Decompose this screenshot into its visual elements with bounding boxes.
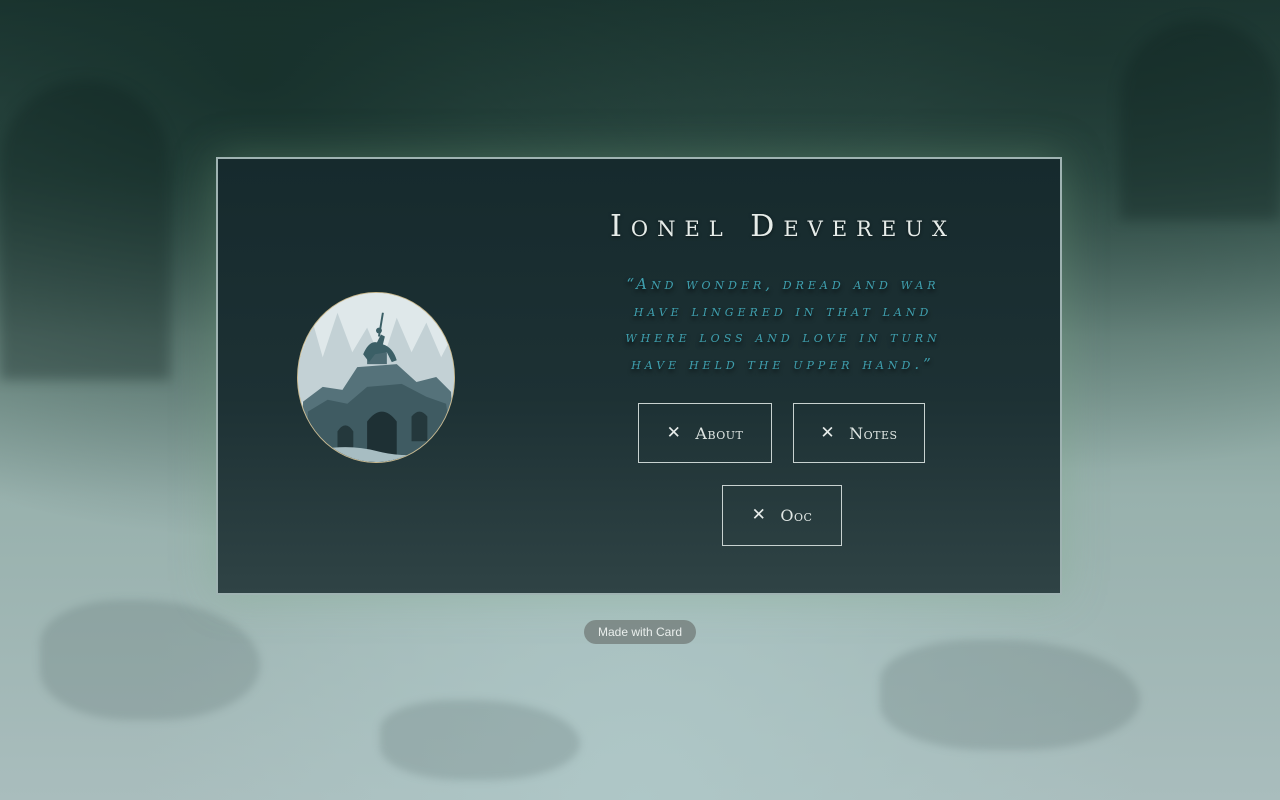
about-button-label: About [695,423,744,443]
notes-button[interactable]: ✕ Notes [793,403,925,463]
quote-line: have held the upper hand.” [631,354,935,373]
portrait-image [297,292,455,463]
character-name: Ionel Devereux [610,209,956,244]
ooc-button[interactable]: ✕ Ooc [722,485,842,546]
about-button[interactable]: ✕ About [638,403,772,463]
ooc-button-label: Ooc [780,506,813,525]
background-ruin-arch [1120,20,1280,220]
background-rubble [380,700,580,780]
close-icon: ✕ [666,422,682,443]
quote-line: “And wonder, dread and war [626,275,940,293]
background-rubble [880,640,1140,750]
notes-button-label: Notes [849,423,898,443]
close-icon: ✕ [751,505,767,525]
character-quote: “And wonder, dread and war have lingered… [608,271,958,377]
profile-card: Ionel Devereux “And wonder, dread and wa… [216,157,1062,595]
close-icon: ✕ [820,422,836,443]
background-rubble [40,600,260,720]
quote-line: have lingered in that land [633,301,933,320]
background-ruin-arch [0,80,170,380]
made-with-card-badge[interactable]: Made with Card [584,620,696,644]
quote-line: where loss and love in turn [625,328,941,346]
